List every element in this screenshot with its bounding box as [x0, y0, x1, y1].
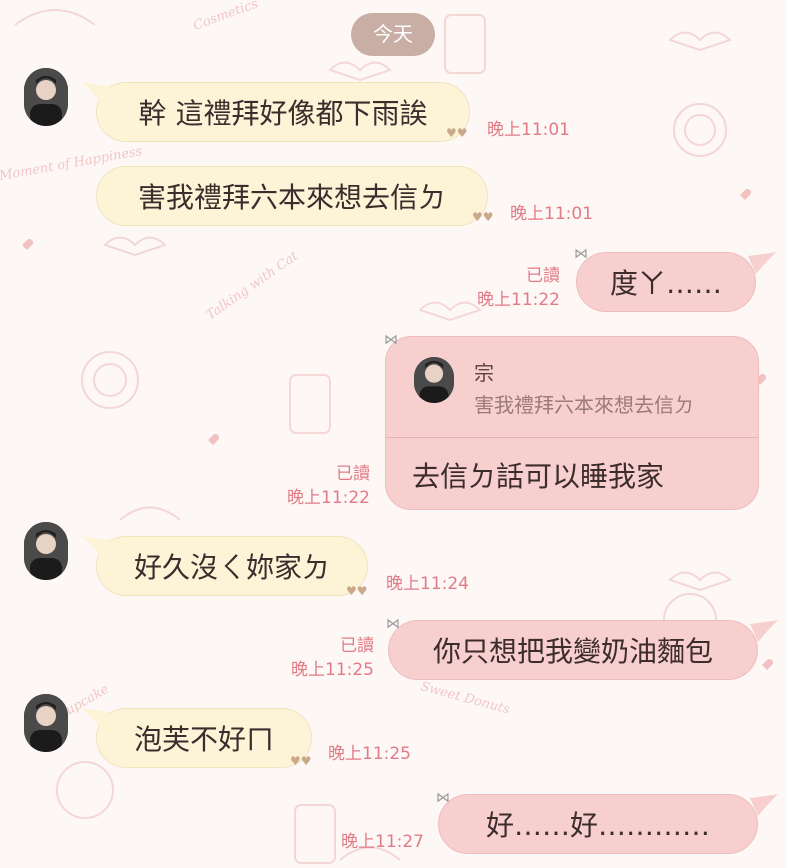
message-bubble-outgoing[interactable]: 你只想把我變奶油麵包	[388, 620, 758, 680]
quoted-sender-name: 宗	[474, 361, 494, 385]
message-time: 晚上11:27	[341, 832, 424, 852]
message-bubble-incoming[interactable]: 幹 這禮拜好像都下雨誒	[96, 82, 470, 142]
message-time: 晚上11:25	[291, 660, 374, 680]
message-bubble-outgoing[interactable]: 度ㄚ……	[576, 252, 756, 312]
wallpaper-text-cosmetics: Cosmetics	[191, 0, 260, 34]
bow-decoration-icon: ⋈	[574, 246, 588, 262]
message-bubble-outgoing[interactable]: 好……好…………	[438, 794, 758, 854]
reply-divider	[386, 437, 758, 438]
contact-avatar[interactable]	[24, 68, 68, 126]
message-text: 你只想把我變奶油麵包	[432, 635, 713, 668]
contact-avatar[interactable]	[24, 694, 68, 752]
read-receipt: 已讀	[526, 266, 560, 286]
message-time: 晚上11:01	[510, 204, 593, 224]
message-time: 晚上11:22	[477, 290, 560, 310]
read-receipt: 已讀	[340, 636, 374, 656]
message-bubble-incoming[interactable]: 害我禮拜六本來想去信ㄉ	[96, 166, 488, 226]
message-text: 泡芙不好ㄇ	[133, 723, 274, 756]
bubble-tail	[82, 708, 110, 730]
quoted-message-text: 害我禮拜六本來想去信ㄉ	[474, 393, 694, 417]
wallpaper-text-talking: Talking with Cat	[204, 248, 302, 323]
message-time: 晚上11:01	[487, 120, 570, 140]
message-text: 度ㄚ……	[609, 267, 722, 300]
bubble-tail	[750, 794, 778, 816]
heart-decoration-icon: ♥♥	[472, 210, 494, 224]
bow-decoration-icon: ⋈	[386, 616, 400, 632]
quoted-avatar	[414, 357, 454, 403]
heart-decoration-icon: ♥♥	[446, 126, 468, 140]
message-time: 晚上11:25	[328, 744, 411, 764]
message-time: 晚上11:24	[386, 574, 469, 594]
message-text: 好……好…………	[485, 809, 710, 842]
heart-decoration-icon: ♥♥	[290, 754, 312, 768]
bubble-tail	[82, 536, 110, 558]
reply-message-bubble[interactable]: 宗 害我禮拜六本來想去信ㄉ 去信ㄉ話可以睡我家	[385, 336, 759, 510]
message-bubble-incoming[interactable]: 泡芙不好ㄇ	[96, 708, 312, 768]
heart-decoration-icon: ♥♥	[346, 584, 368, 598]
read-receipt: 已讀	[336, 464, 370, 484]
message-text: 去信ㄉ話可以睡我家	[412, 460, 665, 493]
date-separator: 今天	[351, 13, 435, 56]
bubble-tail	[748, 252, 776, 274]
bow-decoration-icon: ⋈	[436, 790, 450, 806]
bubble-tail	[750, 620, 778, 642]
bubble-tail	[82, 82, 110, 104]
contact-avatar[interactable]	[24, 522, 68, 580]
message-text: 幹 這禮拜好像都下雨誒	[138, 97, 428, 130]
bow-decoration-icon: ⋈	[384, 332, 398, 348]
wallpaper-text-donuts: Sweet Donuts	[419, 679, 512, 717]
message-time: 晚上11:22	[287, 488, 370, 508]
message-bubble-incoming[interactable]: 好久沒ㄑ妳家ㄉ	[96, 536, 368, 596]
message-text: 好久沒ㄑ妳家ㄉ	[133, 551, 330, 584]
message-text: 害我禮拜六本來想去信ㄉ	[137, 181, 446, 214]
